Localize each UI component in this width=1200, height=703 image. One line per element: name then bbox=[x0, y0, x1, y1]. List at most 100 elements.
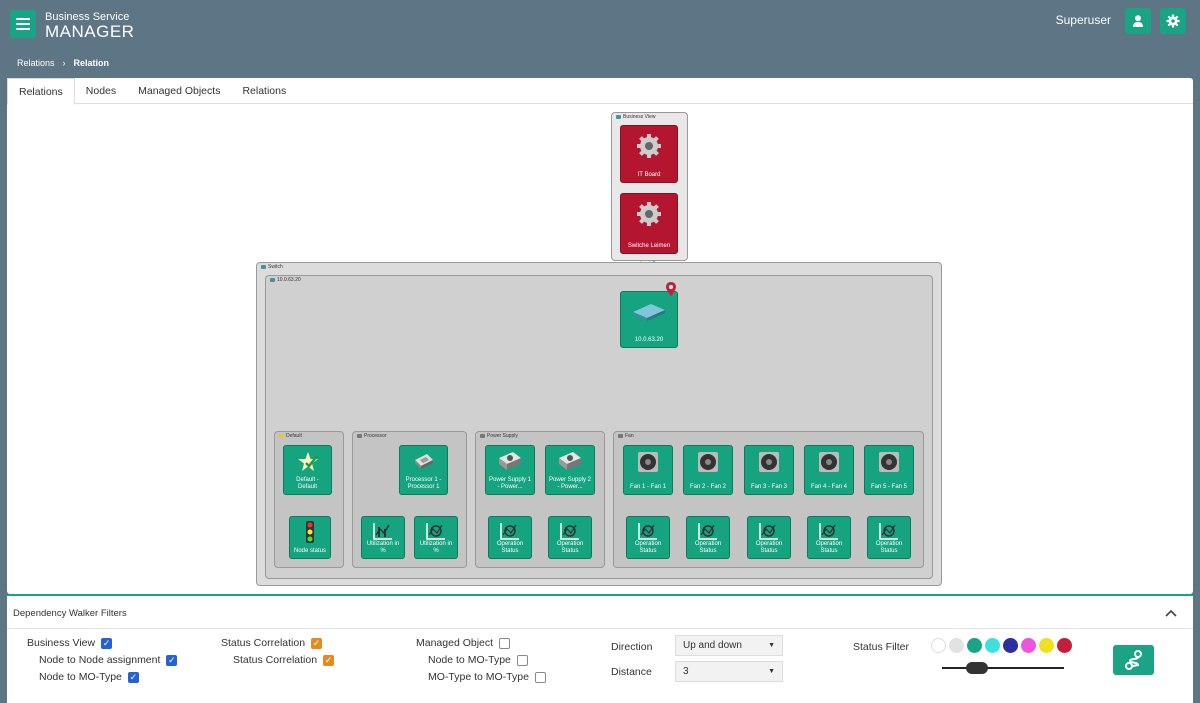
filter-node-to-node[interactable]: Node to Node assignment ✓ bbox=[39, 654, 178, 666]
cpu-chip-icon bbox=[414, 454, 433, 469]
checkbox-business-view[interactable]: ✓ bbox=[101, 637, 113, 649]
operation-status-icon bbox=[879, 523, 898, 540]
route-icon bbox=[1124, 650, 1142, 670]
filter-status-correlation-sub[interactable]: Status Correlation ✓ bbox=[233, 654, 335, 666]
filter-node-to-mo-type-1-label: Node to MO-Type bbox=[39, 671, 122, 683]
node-fan1-operation-status-label: Operation Status bbox=[634, 541, 662, 554]
checkbox-mo-type-to-mo-type[interactable] bbox=[534, 671, 546, 683]
distance-select-value: 3 bbox=[683, 666, 689, 677]
status-swatch-gray[interactable] bbox=[949, 638, 964, 653]
network-switch-icon bbox=[633, 304, 665, 321]
direction-label: Direction bbox=[611, 641, 653, 653]
location-pin-icon bbox=[666, 282, 676, 296]
node-processor[interactable]: Processor 1 - Processor 1 bbox=[399, 445, 448, 495]
filter-mo-type-to-mo-type[interactable]: MO-Type to MO-Type bbox=[428, 671, 546, 683]
node-power-supply-2[interactable]: Power Supply 2 - Power... bbox=[545, 445, 595, 495]
brand-title-bottom: MANAGER bbox=[45, 22, 135, 41]
group-business-view-label: Business View bbox=[616, 114, 655, 120]
direction-select[interactable]: Up and down ▼ bbox=[675, 635, 783, 656]
node-utilization-1[interactable]: Utilization in % bbox=[361, 516, 405, 559]
node-fan-1[interactable]: Fan 1 - Fan 1 bbox=[623, 445, 673, 495]
status-swatch-green[interactable] bbox=[967, 638, 982, 653]
node-utilization-2[interactable]: Utilization in % bbox=[414, 516, 458, 559]
user-button[interactable] bbox=[1125, 8, 1151, 34]
node-ps1-operation-status[interactable]: Operation Status bbox=[488, 516, 532, 559]
checkbox-status-correlation-sub[interactable]: ✓ bbox=[323, 654, 335, 666]
node-fan-2[interactable]: Fan 2 - Fan 2 bbox=[683, 445, 733, 495]
settings-button[interactable] bbox=[1160, 8, 1186, 34]
utilization-chart-icon bbox=[426, 523, 445, 540]
tab-relations[interactable]: Relations bbox=[7, 78, 75, 105]
distance-select[interactable]: 3 ▼ bbox=[675, 661, 783, 682]
checkbox-status-correlation[interactable]: ✓ bbox=[311, 637, 323, 649]
checkbox-node-to-mo-type-2[interactable] bbox=[516, 654, 528, 666]
direction-select-value: Up and down bbox=[683, 640, 742, 651]
menu-icon[interactable] bbox=[10, 10, 36, 38]
filter-node-to-mo-type-2-label: Node to MO-Type bbox=[428, 654, 511, 666]
status-swatch-navy[interactable] bbox=[1003, 638, 1018, 653]
status-swatch-magenta[interactable] bbox=[1021, 638, 1036, 653]
status-swatch-yellow[interactable] bbox=[1039, 638, 1054, 653]
node-fan1-operation-status[interactable]: Operation Status bbox=[626, 516, 670, 559]
node-host[interactable]: 10.0.63.20 bbox=[620, 291, 678, 348]
caret-down-icon: ▼ bbox=[768, 668, 775, 675]
node-fan2-operation-status[interactable]: Operation Status bbox=[686, 516, 730, 559]
node-fan-1-label: Fan 1 - Fan 1 bbox=[629, 484, 667, 490]
node-fan-3[interactable]: Fan 3 - Fan 3 bbox=[744, 445, 794, 495]
node-power-supply-1-label: Power Supply 1 - Power... bbox=[488, 477, 532, 490]
node-node-status[interactable]: Node status bbox=[289, 516, 331, 559]
group-power-supply-label: Power Supply bbox=[480, 433, 518, 439]
node-utilization-1-label: Utilization in % bbox=[366, 541, 400, 554]
status-swatch-red[interactable] bbox=[1057, 638, 1072, 653]
status-slider-thumb[interactable] bbox=[966, 662, 988, 674]
checkbox-node-to-node[interactable]: ✓ bbox=[166, 654, 178, 666]
status-filter-label: Status Filter bbox=[853, 641, 910, 653]
node-it-board[interactable]: IT Board bbox=[620, 125, 678, 183]
filters-title: Dependency Walker Filters bbox=[13, 608, 127, 619]
group-host-label: 10.0.63.20 bbox=[270, 277, 301, 283]
filter-node-to-mo-type-2[interactable]: Node to MO-Type bbox=[428, 654, 528, 666]
checkbox-managed-object[interactable] bbox=[499, 637, 511, 649]
status-swatch-cyan[interactable] bbox=[985, 638, 1000, 653]
tab-managed-objects[interactable]: Managed Objects bbox=[127, 78, 231, 104]
status-swatch-white[interactable] bbox=[931, 638, 946, 653]
node-switche-leimen[interactable]: Switche Leimen bbox=[620, 193, 678, 254]
node-fan3-operation-status[interactable]: Operation Status bbox=[747, 516, 791, 559]
filter-status-correlation[interactable]: Status Correlation ✓ bbox=[221, 637, 323, 649]
user-icon bbox=[1133, 15, 1143, 27]
group-switch-label: Switch bbox=[261, 264, 283, 270]
filter-business-view-label: Business View bbox=[27, 637, 96, 649]
operation-status-icon bbox=[819, 523, 838, 540]
filter-managed-object[interactable]: Managed Object bbox=[416, 637, 511, 649]
node-power-supply-1[interactable]: Power Supply 1 - Power... bbox=[485, 445, 535, 495]
filter-node-to-mo-type-1[interactable]: Node to MO-Type ✓ bbox=[39, 671, 139, 683]
processor-icon bbox=[357, 434, 362, 438]
main-panel: Relations Nodes Managed Objects Relation… bbox=[7, 78, 1193, 594]
tab-nodes[interactable]: Nodes bbox=[75, 78, 127, 104]
node-ps2-operation-status[interactable]: Operation Status bbox=[548, 516, 592, 559]
power-supply-icon bbox=[480, 434, 485, 438]
node-fan-5[interactable]: Fan 5 - Fan 5 bbox=[864, 445, 914, 495]
checkbox-node-to-mo-type-1[interactable]: ✓ bbox=[127, 671, 139, 683]
node-fan-4[interactable]: Fan 4 - Fan 4 bbox=[804, 445, 854, 495]
collapse-button[interactable] bbox=[1165, 606, 1177, 620]
breadcrumb-parent[interactable]: Relations bbox=[17, 58, 55, 68]
relation-graph-canvas[interactable]: Business View IT Board Switche Leimen Sw… bbox=[7, 105, 1193, 594]
fan-unit-icon bbox=[879, 452, 899, 472]
node-power-supply-2-label: Power Supply 2 - Power... bbox=[548, 477, 592, 490]
node-ps2-operation-status-label: Operation Status bbox=[556, 541, 584, 554]
node-fan4-operation-status[interactable]: Operation Status bbox=[807, 516, 851, 559]
node-utilization-2-label: Utilization in % bbox=[419, 541, 453, 554]
walk-dependencies-button[interactable] bbox=[1113, 645, 1154, 675]
tab-relations-2[interactable]: Relations bbox=[231, 78, 297, 104]
filter-mo-type-to-mo-type-label: MO-Type to MO-Type bbox=[428, 671, 529, 683]
node-fan4-operation-status-label: Operation Status bbox=[815, 541, 843, 554]
node-default[interactable]: Default - Default bbox=[283, 445, 332, 495]
node-fan5-operation-status[interactable]: Operation Status bbox=[867, 516, 911, 559]
traffic-light-icon bbox=[306, 521, 314, 543]
node-processor-label: Processor 1 - Processor 1 bbox=[405, 477, 442, 490]
switch-icon bbox=[270, 278, 275, 282]
group-fan-label: Fan bbox=[618, 433, 634, 439]
status-slider-track[interactable] bbox=[942, 667, 1064, 669]
filter-business-view[interactable]: Business View ✓ bbox=[27, 637, 113, 649]
